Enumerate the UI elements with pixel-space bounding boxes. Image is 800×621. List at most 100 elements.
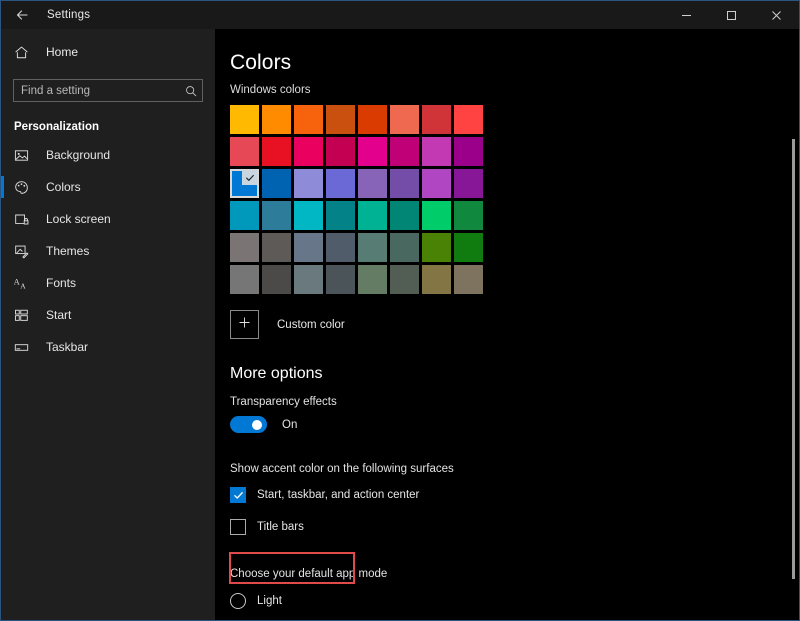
- sidebar-item-themes[interactable]: Themes: [1, 235, 215, 267]
- color-swatch[interactable]: [390, 201, 419, 230]
- color-swatch[interactable]: [422, 265, 451, 294]
- plus-icon: [238, 316, 251, 334]
- color-swatch[interactable]: [358, 265, 387, 294]
- color-swatch[interactable]: [390, 233, 419, 262]
- sidebar-item-home[interactable]: Home: [1, 35, 215, 69]
- app-mode-radio-group: Light Dark: [230, 589, 799, 620]
- picture-icon: [14, 148, 34, 163]
- color-swatch[interactable]: [230, 265, 259, 294]
- settings-window: Settings Ho: [0, 0, 800, 621]
- color-swatch[interactable]: [230, 233, 259, 262]
- color-swatch[interactable]: [262, 265, 291, 294]
- sidebar: Home Personalization: [1, 29, 215, 620]
- color-swatch[interactable]: [326, 201, 355, 230]
- search-box[interactable]: [13, 79, 203, 102]
- color-swatch[interactable]: [454, 105, 483, 134]
- color-swatch[interactable]: [422, 105, 451, 134]
- window-title: Settings: [47, 9, 90, 21]
- sidebar-item-background[interactable]: Background: [1, 139, 215, 171]
- scrollbar-thumb[interactable]: [792, 139, 795, 579]
- lock-screen-icon: [14, 212, 34, 227]
- color-swatch[interactable]: [422, 233, 451, 262]
- color-swatch[interactable]: [326, 169, 355, 198]
- color-swatch[interactable]: [294, 169, 323, 198]
- color-swatch[interactable]: [230, 201, 259, 230]
- close-icon[interactable]: [754, 1, 799, 29]
- color-swatch[interactable]: [390, 105, 419, 134]
- color-swatch[interactable]: [454, 169, 483, 198]
- color-swatch[interactable]: [262, 201, 291, 230]
- color-swatch[interactable]: [294, 265, 323, 294]
- color-swatch[interactable]: [390, 137, 419, 166]
- color-swatch[interactable]: [422, 201, 451, 230]
- custom-color-button[interactable]: [230, 310, 259, 339]
- color-swatch[interactable]: [230, 137, 259, 166]
- sidebar-item-label: Fonts: [46, 276, 76, 290]
- color-swatch[interactable]: [358, 233, 387, 262]
- title-bar: Settings: [1, 1, 799, 29]
- color-swatch[interactable]: [230, 105, 259, 134]
- custom-color-label: Custom color: [277, 319, 345, 331]
- color-swatch[interactable]: [422, 137, 451, 166]
- content-inner: Colors Windows colors Custom color More …: [215, 29, 799, 620]
- sidebar-item-colors[interactable]: Colors: [1, 171, 215, 203]
- custom-color-row: Custom color: [230, 310, 799, 339]
- title-bar-left: Settings: [1, 1, 90, 29]
- color-swatch[interactable]: [454, 137, 483, 166]
- accent-surfaces-label: Show accent color on the following surfa…: [230, 463, 799, 475]
- sidebar-item-taskbar[interactable]: Taskbar: [1, 331, 215, 363]
- color-swatch[interactable]: [294, 233, 323, 262]
- sidebar-item-label: Lock screen: [46, 212, 111, 226]
- back-arrow-icon[interactable]: [1, 1, 43, 29]
- color-swatch[interactable]: [454, 233, 483, 262]
- color-swatch[interactable]: [454, 265, 483, 294]
- color-swatch[interactable]: [358, 137, 387, 166]
- color-swatch[interactable]: [358, 169, 387, 198]
- checkbox-label: Title bars: [257, 521, 304, 533]
- color-swatch[interactable]: [454, 201, 483, 230]
- search-icon[interactable]: [185, 85, 197, 97]
- color-swatch[interactable]: [262, 137, 291, 166]
- color-swatch[interactable]: [294, 137, 323, 166]
- color-swatch[interactable]: [422, 169, 451, 198]
- transparency-label: Transparency effects: [230, 396, 799, 408]
- color-swatch[interactable]: [262, 105, 291, 134]
- color-swatch[interactable]: [358, 201, 387, 230]
- color-swatch[interactable]: [390, 169, 419, 198]
- color-swatch[interactable]: [326, 265, 355, 294]
- content-scrollbar[interactable]: [791, 29, 796, 620]
- transparency-state-label: On: [282, 419, 297, 431]
- sidebar-item-fonts[interactable]: A A Fonts: [1, 267, 215, 299]
- color-swatch[interactable]: [326, 105, 355, 134]
- checkbox-row-title-bars[interactable]: Title bars: [230, 516, 799, 538]
- content-pane: Colors Windows colors Custom color More …: [215, 29, 799, 620]
- checkbox-row-start-taskbar[interactable]: Start, taskbar, and action center: [230, 484, 799, 506]
- check-icon: [242, 170, 257, 185]
- color-swatch[interactable]: [262, 233, 291, 262]
- radio-label: Light: [257, 595, 282, 607]
- color-swatch[interactable]: [294, 105, 323, 134]
- sidebar-item-lock-screen[interactable]: Lock screen: [1, 203, 215, 235]
- maximize-icon[interactable]: [709, 1, 754, 29]
- color-swatch[interactable]: [326, 137, 355, 166]
- search-input[interactable]: [21, 85, 185, 97]
- color-swatch-selected[interactable]: [230, 169, 259, 198]
- minimize-icon[interactable]: [664, 1, 709, 29]
- transparency-toggle[interactable]: [230, 416, 267, 433]
- svg-text:A: A: [20, 281, 26, 290]
- color-swatch[interactable]: [390, 265, 419, 294]
- checkbox-start-taskbar[interactable]: [230, 487, 246, 503]
- color-swatch[interactable]: [262, 169, 291, 198]
- home-icon: [14, 45, 34, 60]
- color-swatch[interactable]: [326, 233, 355, 262]
- window-controls: [664, 1, 799, 29]
- sidebar-item-start[interactable]: Start: [1, 299, 215, 331]
- checkbox-title-bars[interactable]: [230, 519, 246, 535]
- radio-row-light[interactable]: Light: [230, 589, 799, 613]
- taskbar-icon: [14, 340, 34, 355]
- sidebar-item-label: Themes: [46, 244, 89, 258]
- color-swatch[interactable]: [358, 105, 387, 134]
- page-title: Colors: [230, 51, 799, 75]
- color-swatch[interactable]: [294, 201, 323, 230]
- radio-light[interactable]: [230, 593, 246, 609]
